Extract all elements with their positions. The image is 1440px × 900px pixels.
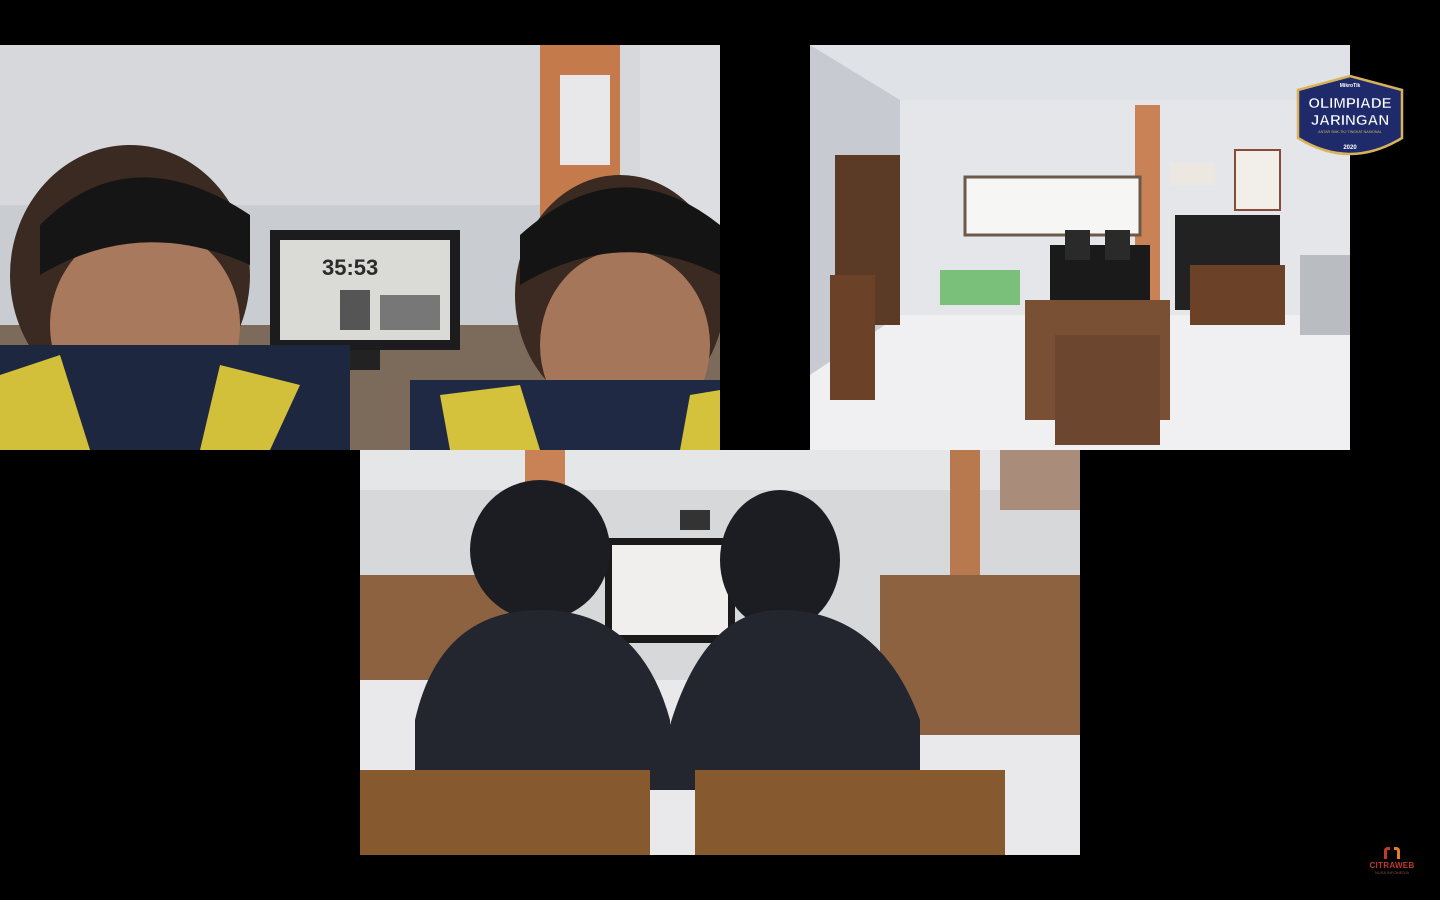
- watermark-sub: NUSA INFOMEDIA: [1374, 870, 1410, 875]
- video-feed: [810, 45, 1350, 450]
- olimpiade-jaringan-logo: MikroTik OLIMPIADE JARINGAN ANTAR SMK-TK…: [1296, 74, 1404, 156]
- video-tile-participant-3[interactable]: [360, 450, 1080, 855]
- citraweb-watermark: CITRAWEB NUSA INFOMEDIA: [1362, 845, 1422, 877]
- video-feed: 35:53: [0, 45, 720, 450]
- watermark-brand: CITRAWEB: [1369, 861, 1415, 870]
- logo-line1: OLIMPIADE: [1308, 95, 1391, 112]
- video-feed: [360, 450, 1080, 855]
- video-tile-participant-2[interactable]: [810, 45, 1350, 450]
- event-logo: MikroTik OLIMPIADE JARINGAN ANTAR SMK-TK…: [1288, 70, 1412, 168]
- video-tile-participant-1[interactable]: 35:53: [0, 45, 720, 450]
- logo-brand: MikroTik: [1340, 83, 1361, 89]
- citraweb-logo-icon: [1384, 847, 1400, 859]
- logo-line2: JARINGAN: [1311, 112, 1389, 129]
- logo-year: 2020: [1343, 145, 1357, 151]
- video-conference-grid: 35:53 MikroTik OLIMPIADE JARINGAN ANTAR …: [0, 0, 1440, 900]
- logo-tagline: ANTAR SMK-TKJ TINGKAT NASIONAL: [1318, 130, 1382, 134]
- monitor-clock-text: 35:53: [322, 255, 378, 280]
